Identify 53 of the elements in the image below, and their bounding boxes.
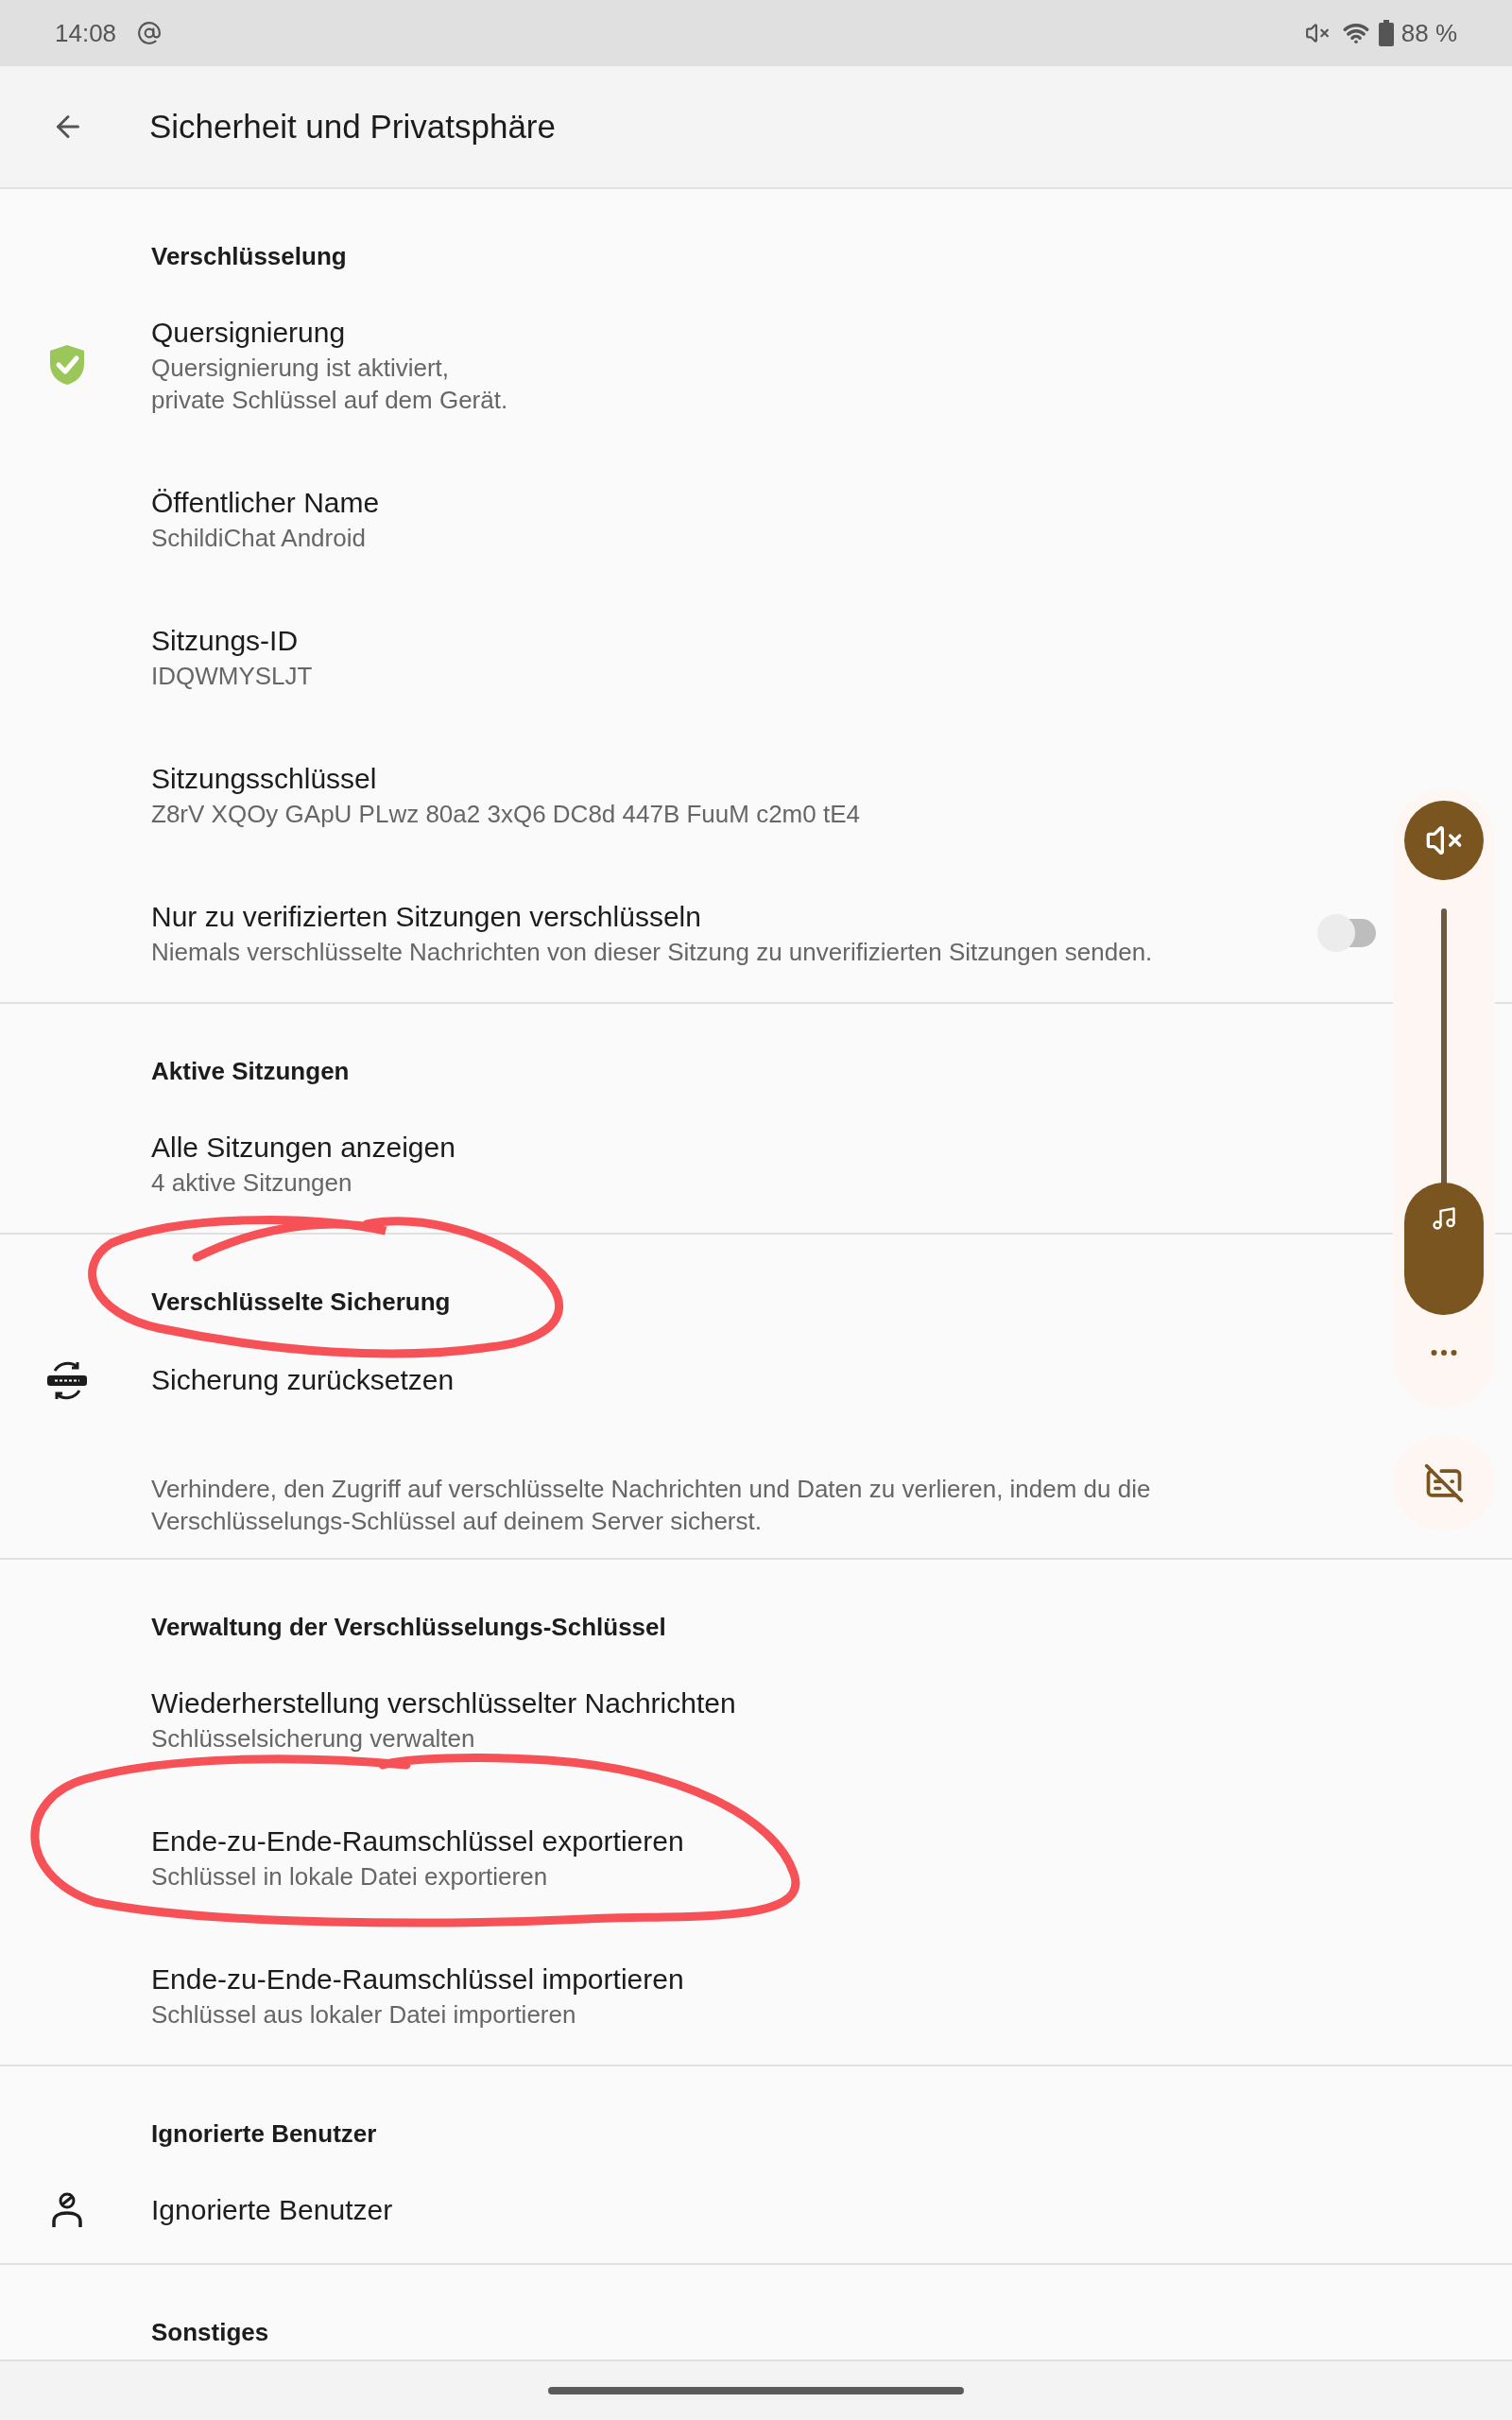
ringer-mute-button[interactable] [1404, 801, 1484, 880]
shield-check-icon [48, 343, 86, 387]
settings-row[interactable]: Verhindere, den Zugriff auf verschlüsselte Nachrichten und Daten zu verlieren, indem du die Verschlüsselungs-Schlüssel auf deinem Server sicherst. [0, 1435, 1512, 1558]
setting-summary: SchildiChat Android [151, 523, 367, 554]
setting-title: Ende-zu-Ende-Raumschlüssel exportieren [151, 1824, 685, 1858]
volume-slider[interactable] [1404, 908, 1484, 1315]
settings-row[interactable]: Alle Sitzungen anzeigen 4 aktive Sitzungen [0, 1095, 1512, 1233]
mute-icon [1304, 21, 1330, 45]
setting-summary: Quersignierung ist aktiviert, private Schlüssel auf dem Gerät. [151, 353, 509, 416]
settings-row[interactable]: Wiederherstellung verschlüsselter Nachrichten Schlüsselsicherung verwalten [0, 1651, 1512, 1789]
setting-summary: Schlüssel aus lokaler Datei importieren [151, 1999, 577, 2031]
at-sign-icon [137, 21, 163, 45]
setting-title: Sicherung zurücksetzen [151, 1363, 455, 1397]
setting-title: Wiederherstellung verschlüsselter Nachrichten [151, 1686, 737, 1720]
backup-sync-icon [45, 1359, 89, 1401]
setting-title: Quersignierung [151, 316, 347, 350]
setting-title: Ende-zu-Ende-Raumschlüssel importieren [151, 1962, 685, 1996]
settings-row[interactable]: Nur zu verifizierten Sitzungen verschlüsseln Niemals verschlüsselte Nachrichten von dieser Sitzung zu unverifizierten Sitzungen senden. [0, 864, 1512, 1002]
section-header: Aktive Sitzungen [151, 1057, 350, 1085]
settings-row[interactable]: Ende-zu-Ende-Raumschlüssel importieren Schlüssel aus lokaler Datei importieren [0, 1927, 1512, 2065]
toggle-switch[interactable] [1317, 914, 1378, 952]
backup-description: Verhindere, den Zugriff auf verschlüsselte Nachrichten und Daten zu verlieren, indem du die Verschlüsselungs-Schlüssel auf deinem Server sicherst. [151, 1474, 1152, 1537]
section-header: Verschlüsselung [151, 242, 347, 270]
music-note-icon [1431, 1205, 1457, 1232]
setting-summary: Z8rV XQOy GApU PLwz 80a2 3xQ6 DC8d 447B FuuM c2m0 tE4 [151, 799, 861, 830]
screen-title: Sicherheit und Privatsphäre [149, 106, 556, 147]
section-header: Sonstiges [151, 2318, 269, 2346]
setting-title: Nur zu verifizierten Sitzungen verschlüsseln [151, 900, 702, 934]
settings-row[interactable]: Sicherung zurücksetzen [0, 1325, 1512, 1435]
section-header: Verwaltung der Verschlüsselungs-Schlüssel [151, 1613, 666, 1641]
section-header: Verschlüsselte Sicherung [151, 1288, 451, 1316]
setting-title: Ignorierte Benutzer [151, 2193, 394, 2227]
settings-row[interactable]: Ignorierte Benutzer [0, 2157, 1512, 2263]
setting-summary: Niemals verschlüsselte Nachrichten von dieser Sitzung zu unverifizierten Sitzungen senden. [151, 937, 1154, 968]
setting-summary: Schlüsselsicherung verwalten [151, 1723, 476, 1754]
setting-summary: 4 aktive Sitzungen [151, 1167, 353, 1199]
setting-summary: Schlüssel in lokale Datei exportieren [151, 1861, 549, 1893]
battery-icon [1378, 20, 1394, 46]
settings-row[interactable]: Öffentlicher Name SchildiChat Android [0, 450, 1512, 588]
setting-title: Sitzungs-ID [151, 624, 300, 658]
setting-title: Alle Sitzungen anzeigen [151, 1131, 456, 1165]
setting-summary: IDQWMYSLJT [151, 661, 314, 692]
clock-text: 14:08 [55, 17, 117, 49]
settings-row[interactable]: Quersignierung Quersignierung ist aktiviert, private Schlüssel auf dem Gerät. [0, 280, 1512, 450]
setting-title: Sitzungsschlüssel [151, 762, 378, 796]
captions-off-icon [1423, 1462, 1465, 1504]
section-header: Ignorierte Benutzer [151, 2119, 377, 2148]
settings-row[interactable]: Ende-zu-Ende-Raumschlüssel exportieren Schlüssel in lokale Datei exportieren [0, 1789, 1512, 1927]
battery-percentage: 88 % [1400, 17, 1457, 49]
settings-row[interactable]: Sitzungs-ID IDQWMYSLJT [0, 588, 1512, 726]
blocked-user-icon [50, 2191, 84, 2229]
setting-title: Öffentlicher Name [151, 486, 381, 520]
settings-row[interactable]: Sitzungsschlüssel Z8rV XQOy GApU PLwz 80a2 3xQ6 DC8d 447B FuuM c2m0 tE4 [0, 726, 1512, 864]
